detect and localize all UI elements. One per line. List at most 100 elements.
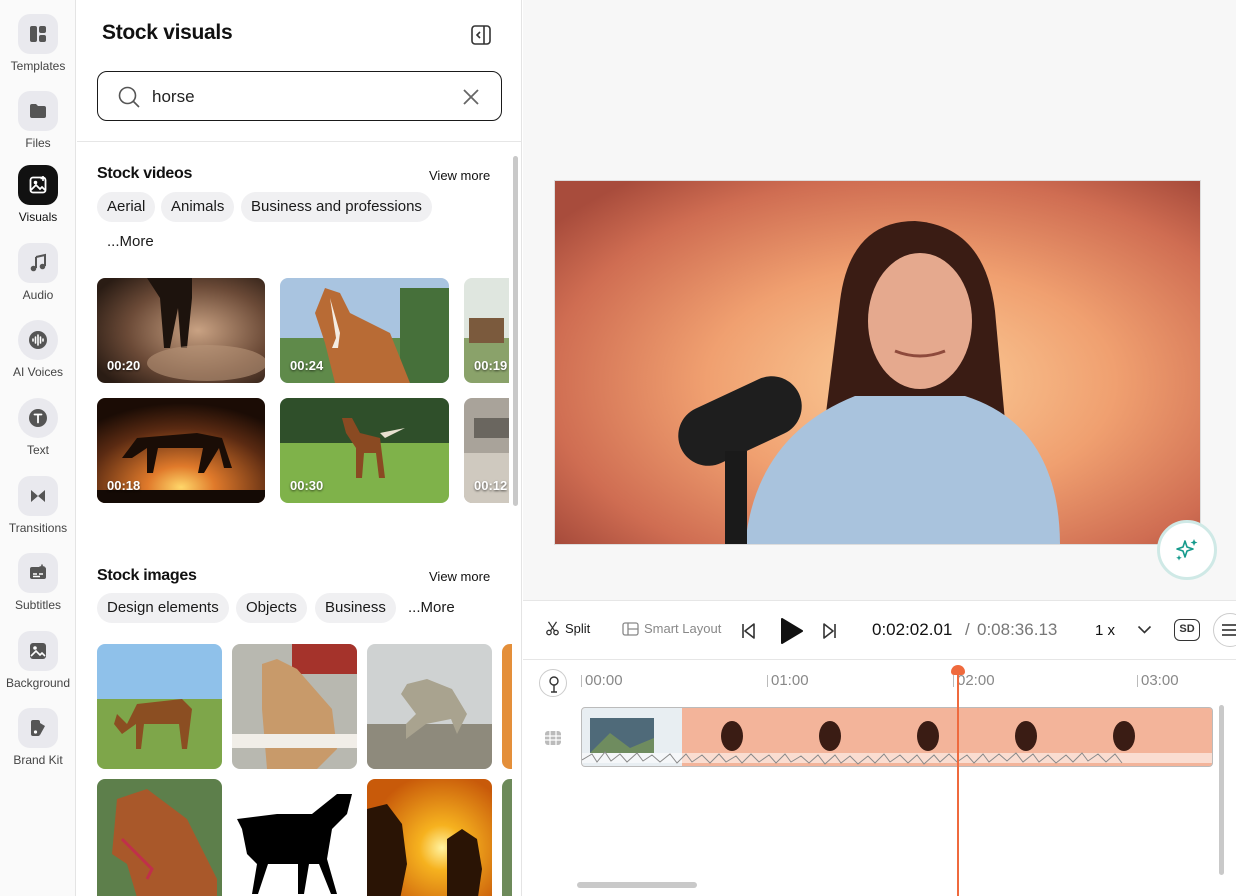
horse-at-fence-image bbox=[232, 644, 357, 769]
menu-icon bbox=[1222, 624, 1236, 636]
video-thumbnail[interactable]: 00:12 bbox=[464, 398, 509, 503]
tick-mark bbox=[581, 675, 582, 687]
image-thumbnail[interactable] bbox=[232, 644, 357, 769]
nav-item-brand-kit[interactable]: Brand Kit bbox=[0, 708, 76, 778]
sunset-image bbox=[502, 644, 512, 769]
grazing-horse-image bbox=[97, 644, 222, 769]
stock-videos-title: Stock videos bbox=[97, 165, 193, 182]
playhead[interactable] bbox=[957, 671, 959, 896]
chip-aerial[interactable]: Aerial bbox=[97, 192, 156, 222]
music-note-icon bbox=[18, 243, 58, 283]
chip-animals[interactable]: Animals bbox=[161, 192, 235, 222]
nav-item-files[interactable]: Files bbox=[0, 91, 76, 161]
image-thumbnail[interactable] bbox=[232, 779, 357, 896]
image-thumbnail[interactable] bbox=[502, 779, 512, 896]
video-thumbnail[interactable]: 00:19 bbox=[464, 278, 509, 383]
nav-label: Files bbox=[25, 136, 51, 150]
nav-item-text[interactable]: Text bbox=[0, 398, 76, 468]
panel-scrollbar[interactable] bbox=[513, 156, 518, 506]
preview-stage bbox=[523, 0, 1236, 600]
nav-label: Templates bbox=[10, 59, 66, 73]
collapse-panel-icon[interactable] bbox=[470, 24, 492, 46]
video-clip-track[interactable] bbox=[581, 707, 1213, 767]
playback-speed[interactable]: 1 x bbox=[1095, 622, 1115, 639]
nav-item-templates[interactable]: Templates bbox=[0, 14, 76, 84]
transition-icon bbox=[18, 476, 58, 516]
divider bbox=[77, 141, 521, 142]
galloping-horse-image bbox=[367, 644, 492, 769]
videos-view-more-link[interactable]: View more bbox=[429, 168, 490, 183]
smart-layout-button[interactable]: Smart Layout bbox=[622, 621, 721, 636]
chip-more[interactable]: ...More bbox=[408, 593, 455, 623]
nav-label: Audio bbox=[22, 288, 54, 302]
stock-images-title: Stock images bbox=[97, 567, 197, 584]
video-thumbnail[interactable]: 00:30 bbox=[280, 398, 449, 503]
video-thumbnail[interactable]: 00:18 bbox=[97, 398, 265, 503]
pin-icon bbox=[549, 676, 559, 693]
nav-label: Text bbox=[26, 443, 49, 457]
total-duration: 0:08:36.13 bbox=[977, 620, 1058, 639]
timeline-vertical-scrollbar[interactable] bbox=[1219, 705, 1224, 875]
horse-head-bridle-image bbox=[97, 779, 222, 896]
image-thumbnail[interactable] bbox=[367, 779, 492, 896]
image-thumbnail[interactable] bbox=[367, 644, 492, 769]
left-nav-rail: Templates Files Visuals Audio AI Voices bbox=[0, 0, 76, 896]
video-duration: 00:12 bbox=[474, 478, 508, 493]
nav-label: Background bbox=[5, 676, 71, 690]
play-icon[interactable] bbox=[778, 617, 804, 645]
presenter-video-frame bbox=[555, 181, 1200, 544]
timeline-magnet-button[interactable] bbox=[539, 669, 567, 697]
image-thumbnail[interactable] bbox=[97, 779, 222, 896]
image-thumbnail[interactable] bbox=[502, 644, 512, 769]
stock-visuals-panel: Stock visuals Stock videos View more Aer… bbox=[77, 0, 522, 896]
nav-item-transitions[interactable]: Transitions bbox=[0, 476, 76, 546]
images-view-more-link[interactable]: View more bbox=[429, 569, 490, 584]
skip-back-icon[interactable] bbox=[739, 621, 759, 641]
more-menu-button[interactable] bbox=[1213, 613, 1236, 647]
nav-label: Visuals bbox=[18, 210, 58, 224]
clear-search-icon[interactable] bbox=[461, 87, 481, 107]
split-label: Split bbox=[565, 621, 591, 636]
search-input[interactable] bbox=[152, 84, 442, 110]
tick-mark bbox=[767, 675, 768, 687]
chip-business-professions[interactable]: Business and professions bbox=[241, 192, 432, 222]
image-thumbnail[interactable] bbox=[97, 644, 222, 769]
chip-objects[interactable]: Objects bbox=[236, 593, 307, 623]
black-horse-silhouette-image bbox=[232, 779, 357, 896]
subtitles-icon bbox=[18, 553, 58, 593]
ai-assistant-button[interactable] bbox=[1157, 520, 1217, 580]
timeline: 00:00 01:00 02:00 03:00 bbox=[523, 661, 1236, 896]
video-duration: 00:24 bbox=[290, 358, 324, 373]
nav-item-background[interactable]: Background bbox=[0, 631, 76, 701]
video-track-icon bbox=[545, 731, 561, 745]
quality-badge[interactable]: SD bbox=[1174, 619, 1200, 641]
video-thumbnail[interactable]: 00:20 bbox=[97, 278, 265, 383]
playback-toolbar: Split Smart Layout 0:02:02.01 / 0:08:36.… bbox=[523, 600, 1236, 660]
video-thumbnail[interactable]: 00:24 bbox=[280, 278, 449, 383]
time-separator: / bbox=[965, 620, 970, 639]
split-button[interactable]: Split bbox=[545, 621, 590, 636]
chip-business[interactable]: Business bbox=[315, 593, 396, 623]
scissors-icon bbox=[546, 621, 559, 636]
search-icon bbox=[118, 86, 140, 108]
video-duration: 00:20 bbox=[107, 358, 141, 373]
playhead-handle[interactable] bbox=[951, 665, 965, 675]
nav-item-visuals[interactable]: Visuals bbox=[0, 165, 76, 235]
templates-icon bbox=[18, 14, 58, 54]
waveform-icon bbox=[18, 320, 58, 360]
background-icon bbox=[18, 631, 58, 671]
nav-item-ai-voices[interactable]: AI Voices bbox=[0, 320, 76, 390]
nav-item-subtitles[interactable]: Subtitles bbox=[0, 553, 76, 623]
chip-design-elements[interactable]: Design elements bbox=[97, 593, 229, 623]
tick-label: 00:00 bbox=[585, 672, 623, 689]
skip-forward-icon[interactable] bbox=[819, 621, 839, 641]
nav-label: Brand Kit bbox=[13, 753, 63, 767]
chip-more[interactable]: ...More bbox=[107, 227, 154, 257]
chevron-down-icon[interactable] bbox=[1137, 625, 1152, 635]
search-box bbox=[97, 71, 502, 121]
nav-label: Transitions bbox=[8, 521, 68, 535]
timeline-horizontal-scrollbar[interactable] bbox=[577, 882, 697, 888]
tick-label: 03:00 bbox=[1141, 672, 1179, 689]
video-preview[interactable] bbox=[554, 180, 1201, 545]
nav-item-audio[interactable]: Audio bbox=[0, 243, 76, 313]
